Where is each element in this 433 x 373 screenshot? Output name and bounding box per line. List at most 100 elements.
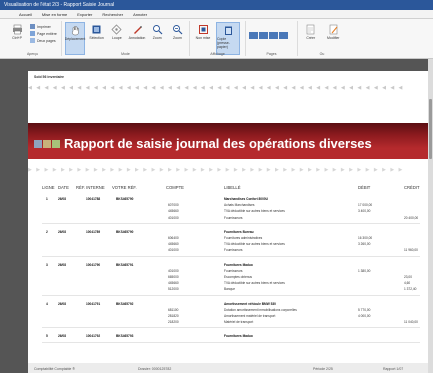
cell-debit: 3 260,00	[358, 242, 371, 247]
cell-vref: BKS465793	[116, 334, 134, 339]
cell-debit: 16 300,00	[358, 236, 373, 240]
page-icon	[269, 32, 278, 39]
move-mode-button[interactable]: Déplacement	[65, 22, 85, 55]
cell-credit: 20 400,00	[404, 215, 419, 220]
selection-icon	[91, 24, 102, 35]
cell-libelle: Escomptes obtenus	[224, 275, 252, 279]
cell-libelle: Fournisseurs	[224, 215, 243, 220]
cell-credit: 23,00	[404, 275, 412, 279]
print-button[interactable]: Ctrl+P	[7, 22, 27, 55]
magnifier-mode-button[interactable]: Loupe	[108, 22, 125, 55]
cell-ref: 10041788	[86, 197, 101, 201]
cell-compte: 607000	[168, 203, 179, 208]
cell-vref: BKS465790	[116, 229, 134, 234]
cell-ref: 10041791	[86, 301, 101, 306]
cell-compte: 445660	[168, 209, 179, 214]
tab-mise-en-forme[interactable]: Mise en forme	[39, 11, 70, 18]
two-page-option[interactable]: Deux pages	[30, 38, 57, 43]
zoom-in-button[interactable]: Zoom	[149, 22, 166, 55]
page-icon	[249, 32, 258, 39]
cell-credit: 4,60	[404, 281, 411, 286]
cell-ligne: 5	[46, 334, 48, 339]
print-group: Ctrl+P Imprimer Page entière Deux pages …	[4, 21, 62, 56]
window-title: Visualisation de l'état 2/3 - Rapport Sa…	[0, 0, 433, 10]
page-icon	[30, 31, 35, 36]
cell-compte: 681100	[168, 307, 179, 312]
cell-compte: 401000	[168, 268, 179, 273]
cell-libelle: Achats Marchandises	[224, 203, 255, 208]
target-icon	[111, 24, 122, 35]
cell-libelle: Marchandises Confort 8000U	[224, 197, 268, 201]
vertical-scrollbar[interactable]	[428, 59, 433, 373]
app-window: Visualisation de l'état 2/3 - Rapport Sa…	[0, 0, 433, 373]
cell-compte: 665000	[168, 275, 179, 279]
zoom-in-icon	[152, 24, 163, 35]
two-pages-icon	[30, 38, 35, 43]
cell-date: 26/08	[58, 229, 66, 234]
page-icon	[259, 32, 268, 39]
tab-rechercher[interactable]: Rechercher	[99, 11, 126, 18]
cell-credit: 11 960,00	[404, 248, 418, 253]
row-separator	[42, 294, 420, 296]
cell-ligne: 1	[46, 197, 48, 201]
cell-debit: 17 000,00	[358, 203, 373, 208]
cell-compte: 218200	[168, 320, 179, 325]
row-separator	[42, 255, 420, 257]
preview-area[interactable]: Sold 56 inventaire ◀ ◀ ◀ ◀ ◀ ◀ ◀ ◀ ◀ ◀ ◀…	[0, 59, 433, 373]
cell-ref: 10041789	[86, 229, 101, 234]
row-separator	[42, 341, 420, 343]
cell-date: 26/08	[58, 262, 66, 267]
cell-libelle: Dotation amortissement immobilisations c…	[224, 307, 297, 312]
report-page: Sold 56 inventaire ◀ ◀ ◀ ◀ ◀ ◀ ◀ ◀ ◀ ◀ ◀…	[28, 71, 428, 373]
zoom-out-icon	[172, 24, 183, 35]
hand-icon	[70, 25, 81, 36]
create-button[interactable]: Créer	[301, 22, 321, 55]
cell-date: 26/08	[58, 197, 66, 201]
page-footer: Comptabilité Comptable ® Dossier: 000012…	[28, 363, 428, 373]
document-icon	[305, 24, 316, 35]
row-separator	[42, 222, 420, 224]
row-separator	[42, 327, 420, 329]
tab-exporter[interactable]: Exporter	[74, 11, 95, 18]
cell-libelle: Fournisseurs	[224, 248, 243, 253]
report-title-text: Rapport de saisie journal des opérations…	[64, 136, 372, 151]
column-headers: LIGNE DATE RÉF. INTERNE VOTRE RÉF. COMPT…	[42, 185, 420, 190]
cell-ref: 10041792	[86, 334, 101, 339]
display-group: Non mise Copie (presse-papier) Affichage	[190, 21, 246, 56]
printer-icon	[12, 24, 23, 35]
cell-compte: 281820	[168, 314, 179, 318]
page-option[interactable]: Page entière	[30, 31, 57, 36]
copy-clipboard-button[interactable]: Copie (presse-papier)	[216, 22, 240, 55]
edit-icon	[328, 24, 339, 35]
scroll-thumb[interactable]	[429, 99, 432, 159]
cell-compte: 512000	[168, 287, 179, 292]
annotation-mode-button[interactable]: Annotation	[128, 22, 145, 55]
cell-debit: 4 000,00	[358, 314, 371, 318]
zoom-out-button[interactable]: Zoom	[169, 22, 186, 55]
ribbon-tabs: Accueil Mise en forme Exporter Recherche…	[0, 10, 433, 19]
arrow-band-2: ▶ ▶ ▶ ▶ ▶ ▶ ▶ ▶ ▶ ▶ ▶ ▶ ▶ ▶ ▶ ▶ ▶ ▶ ▶ ▶ …	[28, 167, 404, 173]
no-margin-button[interactable]: Non mise	[193, 22, 213, 55]
cell-libelle: Fournitures Maduo	[224, 334, 253, 339]
modify-button[interactable]: Modifier	[324, 22, 344, 55]
cell-debit: 3 400,00	[358, 209, 371, 214]
tab-annoter[interactable]: Annoter	[130, 11, 150, 18]
cell-libelle: TVA déductible sur autres biens et servi…	[224, 242, 285, 247]
page-thumbnails[interactable]	[249, 22, 288, 55]
cell-libelle: Banque	[224, 287, 235, 292]
selection-mode-button[interactable]: Sélection	[88, 22, 105, 55]
ribbon: Ctrl+P Imprimer Page entière Deux pages …	[0, 19, 433, 59]
tab-accueil[interactable]: Accueil	[16, 11, 35, 18]
page-icon	[279, 32, 288, 39]
print-option[interactable]: Imprimer	[30, 24, 57, 29]
title-square-icon	[43, 139, 51, 148]
cell-date: 26/08	[58, 334, 66, 339]
pages-group: Pages	[246, 21, 298, 56]
cell-date: 26/08	[58, 301, 66, 306]
title-square-icon	[52, 139, 60, 148]
cell-compte: 606400	[168, 236, 179, 240]
arrow-band: ◀ ◀ ◀ ◀ ◀ ◀ ◀ ◀ ◀ ◀ ◀ ◀ ◀ ◀ ◀ ◀ ◀ ◀ ◀ ◀ …	[28, 85, 404, 91]
cell-ligne: 2	[46, 229, 48, 234]
print-options: Imprimer Page entière Deux pages	[30, 22, 57, 55]
cell-credit: 11 040,00	[404, 320, 418, 325]
